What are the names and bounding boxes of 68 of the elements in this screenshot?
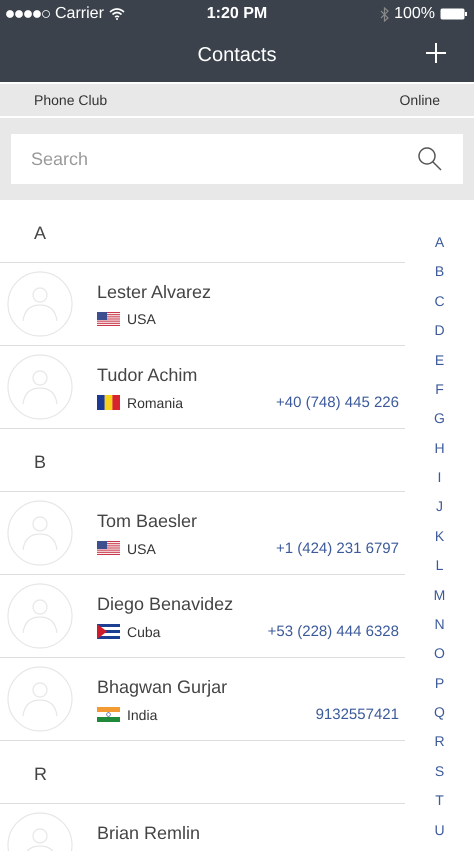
avatar-icon <box>7 500 73 566</box>
index-letter[interactable]: D <box>434 322 445 352</box>
contact-name: Diego Benavidez <box>97 594 234 615</box>
contact-country: Cuba <box>127 624 160 640</box>
index-letter[interactable]: R <box>434 733 445 763</box>
carrier-name: Carrier <box>55 5 104 23</box>
avatar-icon <box>7 666 73 732</box>
status-time: 1:20 PM <box>206 5 268 23</box>
search-icon[interactable] <box>417 146 443 172</box>
index-letter[interactable]: A <box>434 234 444 264</box>
index-letter[interactable]: H <box>434 440 445 469</box>
account-name: Phone Club <box>34 92 108 108</box>
index-letter[interactable]: P <box>434 674 444 704</box>
index-letter[interactable]: T <box>435 792 444 822</box>
contact-name: Brian Remlin <box>97 823 202 844</box>
index-letter[interactable]: U <box>434 822 445 851</box>
index-letter[interactable]: C <box>434 292 445 322</box>
flag-icon <box>97 395 120 410</box>
section-letter: A <box>34 222 46 244</box>
section-letter: B <box>34 452 46 472</box>
index-letter[interactable]: J <box>436 498 443 528</box>
contact-phone[interactable]: +40 (748) 445 226 <box>276 394 399 411</box>
search-field[interactable]: Search <box>11 134 463 184</box>
contact-country: India <box>127 706 158 722</box>
bluetooth-icon <box>380 6 390 22</box>
add-button[interactable] <box>424 41 448 65</box>
contact-country: USA <box>127 311 156 327</box>
flag-icon <box>97 312 120 326</box>
section-letter: R <box>34 764 47 784</box>
index-letter[interactable]: Q <box>434 704 445 734</box>
contact-row[interactable]: Tom Baesler USA +1 (424) 231 6797 <box>0 492 405 575</box>
contact-row[interactable]: Bhagwan Gurjar India 9132557421 <box>0 658 405 741</box>
index-letter[interactable]: B <box>434 263 444 293</box>
index-letter[interactable]: M <box>434 586 446 616</box>
contact-name: Tom Baesler <box>97 511 198 532</box>
wifi-icon <box>108 8 125 20</box>
avatar-icon <box>7 271 73 337</box>
index-letter[interactable]: G <box>434 410 445 440</box>
battery-icon <box>440 8 468 20</box>
flag-icon <box>97 707 120 722</box>
contact-country: Romania <box>127 394 184 410</box>
contact-row[interactable]: Tudor Achim Romania +40 (748) 445 226 <box>0 346 405 429</box>
index-letter[interactable]: L <box>436 557 444 586</box>
signal-icon <box>6 10 50 18</box>
battery-percent: 100% <box>394 5 435 23</box>
index-letter[interactable]: K <box>434 528 444 558</box>
contact-row[interactable]: Lester Alvarez USA <box>0 263 405 346</box>
contact-phone[interactable]: +1 (424) 231 6797 <box>276 540 399 557</box>
index-letter[interactable]: N <box>434 616 445 646</box>
index-letter[interactable]: F <box>435 380 444 410</box>
flag-icon <box>97 541 120 556</box>
contact-name: Lester Alvarez <box>97 282 212 303</box>
index-letter[interactable]: S <box>434 762 444 792</box>
contact-row[interactable]: Diego Benavidez Cuba +53 (228) 444 6328 <box>0 575 405 658</box>
contact-phone[interactable]: 9132557421 <box>316 706 399 723</box>
flag-icon <box>97 624 120 639</box>
account-status: Online <box>400 92 440 108</box>
contact-phone[interactable]: +53 (228) 444 6328 <box>268 623 399 640</box>
index-letter[interactable]: I <box>438 469 442 498</box>
contact-name: Tudor Achim <box>97 365 198 386</box>
avatar-icon <box>7 354 73 420</box>
index-letter[interactable]: E <box>434 352 444 381</box>
screen-title: Contacts <box>198 44 276 66</box>
contact-country: USA <box>127 540 156 556</box>
contact-name: Bhagwan Gurjar <box>97 677 228 698</box>
avatar-icon <box>7 583 73 649</box>
contact-row[interactable]: Brian Remlin <box>0 804 405 851</box>
index-letter[interactable]: O <box>434 645 445 675</box>
